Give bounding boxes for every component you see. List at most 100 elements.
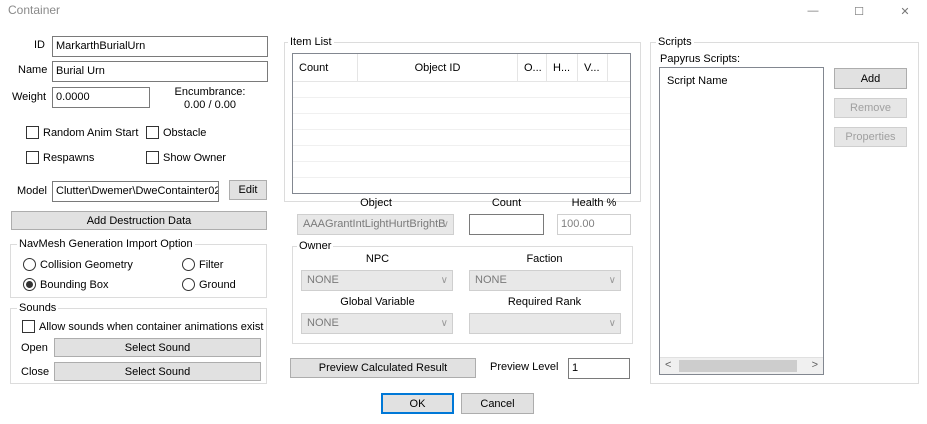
remove-script-button[interactable]: Remove [834,98,907,118]
open-select-sound-button[interactable]: Select Sound [54,338,261,357]
bounding-box-label: Bounding Box [40,278,109,291]
object-combo-value: AAAGrantIntLightHurtBrightB [303,218,446,230]
health-field[interactable]: 100.00 [557,214,631,235]
required-rank-combo[interactable]: ∨ [469,313,621,334]
collision-geometry-label: Collision Geometry [40,258,133,271]
weight-label: Weight [12,91,47,103]
papyrus-scripts-label: Papyrus Scripts: [660,53,741,65]
model-field[interactable]: Clutter\Dwemer\DweContainter02 [52,181,219,202]
global-variable-combo[interactable]: NONE ∨ [301,313,453,334]
script-properties-button[interactable]: Properties [834,127,907,147]
checkbox-box[interactable] [26,126,39,139]
chevron-down-icon: ∨ [441,219,449,230]
show-owner-checkbox[interactable]: Show Owner [146,151,226,164]
col-count[interactable]: Count [293,54,358,81]
minimize-button[interactable]: — [790,0,836,22]
maximize-button[interactable]: ☐ [836,0,882,22]
close-sound-label: Close [21,366,50,378]
object-combo[interactable]: AAAGrantIntLightHurtBrightB ∨ [297,214,454,235]
close-select-sound-button[interactable]: Select Sound [54,362,261,381]
close-button[interactable]: ✕ [882,0,927,22]
add-script-button[interactable]: Add [834,68,907,89]
respawns-checkbox[interactable]: Respawns [26,151,94,164]
script-name-column[interactable]: Script Name [667,75,728,87]
npc-combo-value: NONE [307,274,339,286]
checkbox-box[interactable] [146,126,159,139]
table-row [293,146,630,162]
radio-button[interactable] [182,258,195,271]
preview-calculated-result-button[interactable]: Preview Calculated Result [290,358,476,378]
ground-radio[interactable]: Ground [182,278,236,291]
ok-button[interactable]: OK [381,393,454,414]
cancel-button[interactable]: Cancel [461,393,534,414]
filter-label: Filter [199,258,224,271]
id-field[interactable]: MarkarthBurialUrn [52,36,268,57]
radio-button-selected[interactable] [23,278,36,291]
table-row [293,98,630,114]
item-list-legend: Item List [288,36,334,48]
item-list-table[interactable]: Count Object ID O... H... V... [292,53,631,194]
checkbox-box[interactable] [22,320,35,333]
radio-button[interactable] [23,258,36,271]
navmesh-legend: NavMesh Generation Import Option [17,238,195,250]
ground-label: Ground [199,278,236,291]
model-edit-button[interactable]: Edit [229,180,267,200]
col-v[interactable]: V... [578,54,608,81]
model-label: Model [17,185,47,197]
scroll-left-arrow[interactable]: < [665,359,671,371]
filter-radio[interactable]: Filter [182,258,223,271]
respawns-label: Respawns [43,151,95,164]
id-label: ID [34,39,45,51]
scripts-list[interactable]: Script Name < > [659,67,824,375]
table-row [293,114,630,130]
item-list-header: Count Object ID O... H... V... [293,54,630,82]
owner-legend: Owner [297,240,334,252]
chevron-down-icon: ∨ [440,275,448,286]
sounds-legend: Sounds [17,302,59,314]
col-h[interactable]: H... [547,54,578,81]
show-owner-label: Show Owner [163,151,226,164]
scroll-right-arrow[interactable]: > [812,359,818,371]
faction-combo-value: NONE [475,274,507,286]
count-label: Count [491,197,522,209]
scroll-thumb[interactable] [679,360,797,372]
table-row [293,82,630,98]
faction-label: Faction [526,253,563,265]
encumbrance-value: 0.00 / 0.00 [184,99,236,111]
obstacle-checkbox[interactable]: Obstacle [146,126,206,139]
radio-button[interactable] [182,278,195,291]
count-field[interactable] [469,214,544,235]
col-o[interactable]: O... [518,54,547,81]
encumbrance-label: Encumbrance: [174,86,246,98]
checkbox-box[interactable] [146,151,159,164]
checkbox-box[interactable] [26,151,39,164]
name-label: Name [18,64,48,76]
health-label: Health % [571,197,617,209]
collision-geometry-radio[interactable]: Collision Geometry [23,258,133,271]
global-variable-label: Global Variable [340,296,415,308]
radio-dot [26,281,33,288]
name-field[interactable]: Burial Urn [52,61,268,82]
open-sound-label: Open [21,342,48,354]
col-object-id[interactable]: Object ID [358,54,518,81]
random-anim-start-checkbox[interactable]: Random Anim Start [26,126,138,139]
npc-label: NPC [365,253,390,265]
horizontal-scrollbar[interactable]: < > [660,357,823,374]
allow-sounds-checkbox[interactable]: Allow sounds when container animations e… [22,320,263,333]
allow-sounds-label: Allow sounds when container animations e… [39,320,264,333]
obstacle-label: Obstacle [163,126,207,139]
faction-combo[interactable]: NONE ∨ [469,270,621,291]
bounding-box-radio[interactable]: Bounding Box [23,278,109,291]
scripts-legend: Scripts [656,36,694,48]
window-title: Container [8,3,61,17]
object-label: Object [360,197,392,209]
npc-combo[interactable]: NONE ∨ [301,270,453,291]
chevron-down-icon: ∨ [608,318,616,329]
chevron-down-icon: ∨ [440,318,448,329]
preview-level-field[interactable]: 1 [568,358,630,379]
add-destruction-data-button[interactable]: Add Destruction Data [11,211,267,230]
weight-field[interactable]: 0.0000 [52,87,150,108]
global-variable-combo-value: NONE [307,317,339,329]
random-anim-start-label: Random Anim Start [43,126,139,139]
required-rank-label: Required Rank [507,296,582,308]
